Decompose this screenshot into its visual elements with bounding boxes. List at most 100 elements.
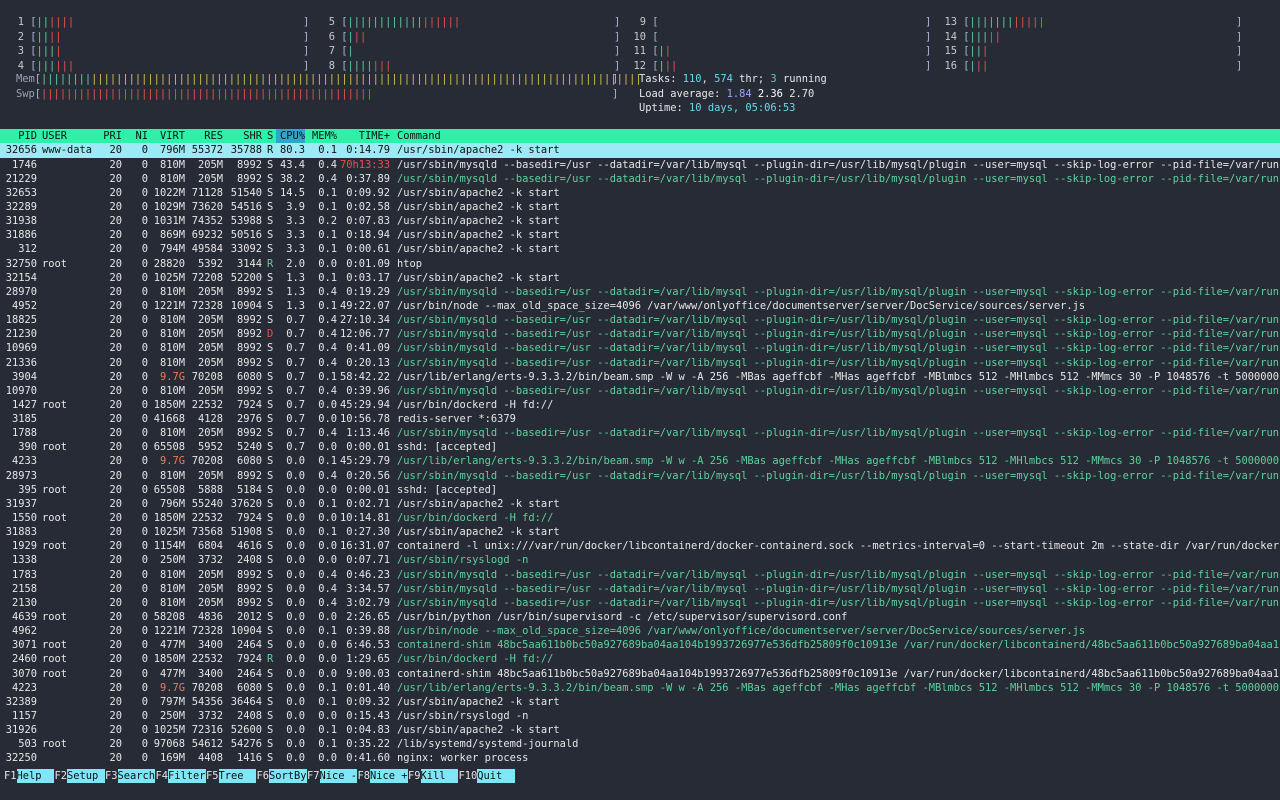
fkey-f2[interactable]: F2 — [55, 769, 68, 783]
process-row[interactable]: 31883 20 0 1025M 73568 51908 S 0.0 0.1 0:27.30/us… — [0, 525, 1280, 539]
col-command[interactable]: Command — [397, 129, 441, 143]
fkey-label[interactable]: Help — [16, 769, 55, 783]
process-row[interactable]: 1550 root 20 0 1850M 22532 7924 S 0.0 0.0 10:14.81… — [0, 511, 1280, 525]
col-time[interactable]: TIME+ — [340, 129, 390, 143]
fkey-label[interactable]: Quit — [477, 769, 515, 783]
process-row[interactable]: 1338 20 0 250M 3732 2408 S 0.0 0.0 0:07.71/usr/sb… — [0, 553, 1280, 567]
process-row[interactable]: 1746 20 0 810M 205M 8992 S 43.4 0.4 70h13:33/usr/… — [0, 158, 1280, 172]
process-row[interactable]: 1157 20 0 250M 3732 2408 S 0.0 0.0 0:15.43/usr/sb… — [0, 709, 1280, 723]
fkey-label[interactable]: Nice + — [370, 769, 408, 783]
process-row[interactable]: 10969 20 0 810M 205M 8992 S 0.7 0.4 0:41.09/usr/s… — [0, 341, 1280, 355]
process-row[interactable]: 4223 20 0 9.7G 70208 6080 S 0.0 0.1 0:01.40/usr/l… — [0, 681, 1280, 695]
process-row[interactable]: 3185 20 0 41668 4128 2976 S 0.7 0.0 10:56.78 redis… — [0, 412, 1280, 426]
cell-cpu: 0.0 — [286, 512, 305, 525]
col-user[interactable]: USER — [42, 129, 67, 143]
fkey-f7[interactable]: F7 — [307, 769, 320, 783]
fkey-f3[interactable]: F3 — [105, 769, 118, 783]
col-res[interactable]: RES — [190, 129, 223, 143]
process-row[interactable]: 312 20 0 794M 49584 33092 S 3.3 0.1 0:00.61/usr/s… — [0, 242, 1280, 256]
fkey-f8[interactable]: F8 — [358, 769, 371, 783]
cell-cmd: /usr/sbin/mysqld --basedir=/usr --datadi… — [397, 384, 1280, 397]
process-row[interactable]: 21229 20 0 810M 205M 8992 S 38.2 0.4 0:37.89/usr/… — [0, 172, 1280, 186]
process-row[interactable]: 32250 20 0 169M 4408 1416 S 0.0 0.0 0:41.60 nginx:… — [0, 751, 1280, 765]
cell-virt: 9.7G — [159, 370, 185, 383]
fkey-f5[interactable]: F5 — [206, 769, 219, 783]
process-row[interactable]: 3071 root 20 0 477M 3400 2464 S 0.0 0.0 6:46.53 con… — [0, 638, 1280, 652]
process-row[interactable]: 2130 20 0 810M 205M 8992 S 0.0 0.4 3:02.79/usr/sb… — [0, 596, 1280, 610]
cell-cpu: 0.0 — [286, 540, 305, 553]
process-row[interactable]: 2158 20 0 810M 205M 8992 S 0.0 0.4 3:34.57/usr/sb… — [0, 582, 1280, 596]
cell-pid: 1157 — [11, 710, 37, 723]
process-list[interactable]: 32656 www-data 20 0 796M 55372 35788 R 80.3 0.1 0:… — [0, 143, 1280, 765]
process-row[interactable]: 4639 root 20 0 58208 4836 2012 S 0.0 0.0 2:26.65/u… — [0, 610, 1280, 624]
fkey-f6[interactable]: F6 — [257, 769, 270, 783]
process-row[interactable]: 2460 root 20 0 1850M 22532 7924 R 0.0 0.0 1:29.65 /… — [0, 652, 1280, 666]
process-row[interactable]: 32750 root 20 0 28820 5392 3144 R 2.0 0.0 0:01.09 h… — [0, 257, 1280, 271]
cpu-bar-system: ||| — [372, 59, 392, 72]
process-row[interactable]: 395 root 20 0 65508 5888 5184 S 0.0 0.0 0:00.01 ssh… — [0, 483, 1280, 497]
process-row[interactable]: 503 root 20 0 97068 54612 54276 S 0.0 0.1 0:35.22 /… — [0, 737, 1280, 751]
cell-s: S — [267, 512, 274, 525]
cell-res: 73620 — [191, 200, 223, 213]
process-row[interactable]: 3070 root 20 0 477M 3400 2464 S 0.0 0.0 9:00.03 con… — [0, 667, 1280, 681]
process-row[interactable]: 1929 root 20 0 1154M 6804 4616 S 0.0 0.0 16:31.07 c… — [0, 539, 1280, 553]
cell-cpu: 0.0 — [286, 625, 305, 638]
cell-mem: 0.2 — [318, 215, 337, 228]
process-row[interactable]: 21230 20 0 810M 205M 8992 D 0.7 0.4 12:06.77/usr/… — [0, 327, 1280, 341]
col-mem[interactable]: MEM% — [306, 129, 337, 143]
col-ni[interactable]: NI — [128, 129, 148, 143]
fkey-f10[interactable]: F10 — [459, 769, 478, 783]
process-row[interactable]: 1427 root 20 0 1850M 22532 7924 S 0.7 0.0 45:29.94… — [0, 398, 1280, 412]
cell-shr: 5184 — [236, 483, 262, 496]
process-row[interactable]: 1788 20 0 810M 205M 8992 S 0.7 0.4 1:13.46/usr/sb… — [0, 426, 1280, 440]
cell-s: S — [267, 342, 274, 355]
process-row[interactable]: 28970 20 0 810M 205M 8992 S 1.3 0.4 0:19.29/usr/s… — [0, 285, 1280, 299]
fkey-f4[interactable]: F4 — [156, 769, 169, 783]
fkey-label[interactable]: Setup — [67, 769, 105, 783]
cell-pri: 20 — [109, 469, 122, 482]
col-virt[interactable]: VIRT — [150, 129, 185, 143]
process-row[interactable]: 32289 20 0 1029M 73620 54516 S 3.9 0.1 0:02.58/us… — [0, 200, 1280, 214]
process-row[interactable]: 18825 20 0 810M 205M 8992 S 0.7 0.4 27:10.34/usr/… — [0, 313, 1280, 327]
fkey-f9[interactable]: F9 — [408, 769, 421, 783]
process-row[interactable]: 3904 20 0 9.7G 70208 6080 S 0.7 0.1 58:42.22/usr/… — [0, 370, 1280, 384]
cell-res: 205M — [197, 568, 223, 581]
cell-time: 49:22.07 — [340, 299, 391, 312]
process-row[interactable]: 32154 20 0 1025M 72208 52200 S 1.3 0.1 0:03.17/us… — [0, 271, 1280, 285]
process-row[interactable]: 31938 20 0 1031M 74352 53988 S 3.3 0.2 0:07.83/us… — [0, 214, 1280, 228]
cell-time: 0:41.09 — [346, 342, 390, 355]
fkey-label[interactable]: SortBy — [269, 769, 307, 783]
cpu-bar-user: || — [36, 16, 50, 28]
process-row[interactable]: 32656 www-data 20 0 796M 55372 35788 R 80.3 0.1 0:… — [0, 143, 1280, 158]
process-row[interactable]: 32389 20 0 797M 54356 36464 S 0.0 0.1 0:09.32/usr… — [0, 695, 1280, 709]
fkey-label[interactable]: Kill — [420, 769, 459, 783]
cell-s: S — [267, 568, 274, 581]
cpu-bar-system: || — [975, 59, 989, 72]
cell-cpu: 0.0 — [286, 667, 305, 680]
process-row[interactable]: 32653 20 0 1022M 71128 51540 S 14.5 0.1 0:09.92/u… — [0, 186, 1280, 200]
process-row[interactable]: 4962 20 0 1221M 72328 10904 S 0.0 0.1 0:39.88/usr… — [0, 624, 1280, 638]
process-row[interactable]: 10970 20 0 810M 205M 8992 S 0.7 0.4 0:39.96/usr/s… — [0, 384, 1280, 398]
col-pid[interactable]: PID — [0, 129, 37, 143]
process-row[interactable]: 31926 20 0 1025M 72316 52600 S 0.0 0.1 0:04.83/us… — [0, 723, 1280, 737]
process-row[interactable]: 4233 20 0 9.7G 70208 6080 S 0.0 0.1 45:29.79/usr/… — [0, 454, 1280, 468]
process-row[interactable]: 28973 20 0 810M 205M 8992 S 0.0 0.4 0:20.56/usr/s… — [0, 469, 1280, 483]
fkey-label[interactable]: Tree — [218, 769, 257, 783]
cell-virt: 9.7G — [159, 455, 185, 468]
process-row[interactable]: 1783 20 0 810M 205M 8992 S 0.0 0.4 0:46.23/usr/sb… — [0, 568, 1280, 582]
process-row[interactable]: 31886 20 0 869M 69232 50516 S 3.3 0.1 0:18.94/usr… — [0, 228, 1280, 242]
process-row[interactable]: 4952 20 0 1221M 72328 10904 S 1.3 0.1 49:22.07/us… — [0, 299, 1280, 313]
col-cpu[interactable]: CPU% — [276, 129, 305, 144]
process-row[interactable]: 390 root 20 0 65508 5952 5240 S 0.7 0.0 0:00.01 ssh… — [0, 440, 1280, 454]
fkey-label[interactable]: Filter — [168, 769, 206, 783]
cpu-bar-user: ||| — [969, 30, 989, 43]
col-shr[interactable]: SHR — [229, 129, 262, 143]
process-row[interactable]: 31937 20 0 796M 55240 37620 S 0.0 0.1 0:02.71/usr… — [0, 497, 1280, 511]
process-row[interactable]: 21336 20 0 810M 205M 8992 S 0.7 0.4 0:20.13/usr/s… — [0, 356, 1280, 370]
col-pri[interactable]: PRI — [95, 129, 122, 143]
cell-cmd: /usr/sbin/apache2 -k start — [397, 497, 560, 510]
fkey-label[interactable]: Search — [117, 769, 156, 783]
col-state[interactable]: S — [267, 129, 273, 143]
fkey-label[interactable]: Nice - — [319, 769, 358, 783]
fkey-f1[interactable]: F1 — [4, 769, 17, 783]
